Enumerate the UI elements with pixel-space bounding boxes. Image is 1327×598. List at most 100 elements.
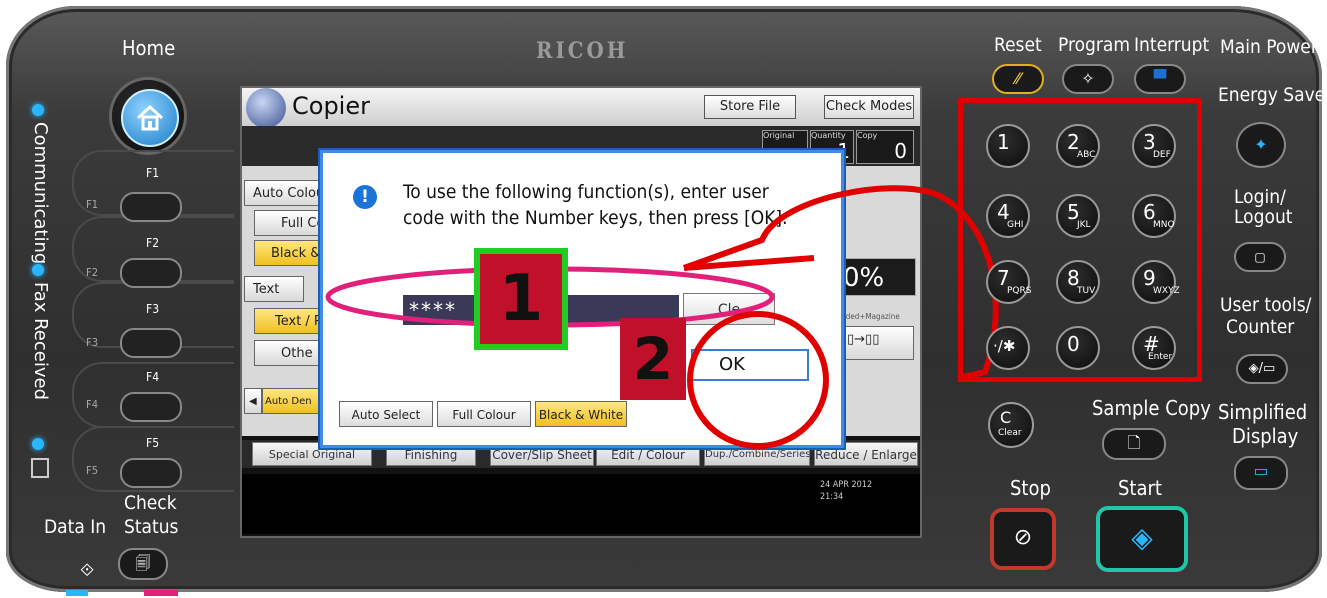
check-status-label-1: Check (124, 492, 177, 514)
start-button[interactable]: ◈ (1096, 506, 1188, 572)
energy-saver-button[interactable]: ✦ (1236, 122, 1286, 168)
reset-label: Reset (994, 34, 1042, 56)
key-enter[interactable]: # Enter (1132, 326, 1176, 370)
auto-select-button[interactable]: Auto Select (339, 401, 433, 427)
login-label-2: Logout (1234, 206, 1293, 228)
key-5[interactable]: 5 JKL (1056, 194, 1100, 238)
check-status-label-2: Status (124, 516, 179, 538)
f2-button[interactable] (120, 258, 182, 288)
document-icon (31, 458, 49, 478)
f1-button[interactable] (120, 192, 182, 222)
home-label: Home (122, 36, 176, 60)
key-1-digit: 1 (997, 130, 1010, 154)
clear-key[interactable]: C Clear (988, 402, 1034, 448)
copy-counter: Copy 0 (856, 130, 914, 164)
key-0[interactable]: 0 (1056, 326, 1100, 370)
app-title: Copier (292, 92, 370, 120)
text-button[interactable]: Text (244, 276, 304, 302)
f3-key-label: F3 (146, 302, 160, 316)
magazine-button[interactable]: ▯→▯▯ (838, 326, 914, 360)
communicating-label: Communicating (30, 122, 51, 265)
home-icon (121, 89, 179, 147)
main-power-label: Main Power (1220, 36, 1318, 58)
sample-copy-label: Sample Copy (1092, 396, 1211, 420)
user-tools-button[interactable]: ◈/▭ (1236, 354, 1288, 384)
key-7-letters: PQRS (1007, 286, 1032, 296)
simplified-display-label-2: Display (1232, 424, 1299, 448)
key-2[interactable]: 2 ABC (1056, 124, 1100, 168)
check-status-led (144, 590, 178, 596)
f5-button[interactable] (120, 458, 182, 488)
key-4[interactable]: 4 GHI (986, 194, 1030, 238)
data-in-icon: ⟐ (80, 560, 95, 581)
data-in-label: Data In (44, 516, 107, 538)
key-6[interactable]: 6 MNO (1132, 194, 1176, 238)
text-photo-button[interactable]: Text / P (254, 308, 324, 334)
key-5-letters: JKL (1077, 220, 1091, 230)
magazine-icon: ▯→▯▯ (847, 332, 880, 347)
black-white-dialog-button[interactable]: Black & White (535, 401, 627, 427)
time-text: 21:34 (820, 492, 844, 502)
info-icon: ! (353, 185, 377, 209)
density-left-arrow[interactable]: ◀ (244, 388, 262, 414)
check-status-button[interactable]: 🗐 (118, 548, 168, 580)
key-star[interactable]: ·/✱ (986, 326, 1030, 370)
login-logout-button[interactable]: ▢ (1234, 242, 1286, 272)
magazine-label: zided+Magazine (840, 312, 900, 321)
dialog-message-line-1: To use the following function(s), enter … (403, 181, 769, 203)
key-1[interactable]: 1 (986, 124, 1030, 168)
status-led (32, 438, 44, 450)
key-6-letters: MNO (1153, 220, 1175, 230)
sample-copy-button[interactable]: 🗋 (1102, 428, 1166, 460)
key-7[interactable]: 7 PQRS (986, 260, 1032, 304)
other-button[interactable]: Othe (254, 340, 324, 366)
key-2-letters: ABC (1077, 150, 1096, 160)
key-3[interactable]: 3 DEF (1132, 124, 1176, 168)
full-colour-dialog-button[interactable]: Full Colour (437, 401, 531, 427)
home-button[interactable] (112, 80, 184, 152)
stop-label: Stop (1010, 476, 1051, 500)
simplified-display-button[interactable]: ▭ (1234, 456, 1288, 490)
auto-colour-button[interactable]: Auto Colour (244, 180, 324, 206)
key-8[interactable]: 8 TUV (1056, 260, 1100, 304)
interrupt-label: Interrupt (1134, 34, 1210, 56)
original-counter-label: Original (763, 131, 795, 140)
key-0-digit: 0 (1067, 332, 1080, 356)
step-1-badge: 1 (474, 248, 568, 350)
key-9-letters: WXYZ (1153, 286, 1180, 296)
f2-key-label: F2 (146, 236, 160, 250)
store-file-button[interactable]: Store File (704, 95, 796, 119)
f2-side-label: F2 (86, 266, 98, 279)
copier-icon (246, 88, 286, 128)
auto-density-button[interactable]: Auto Den (262, 388, 324, 414)
f5-side-label: F5 (86, 464, 98, 477)
simplified-display-label-1: Simplified (1218, 400, 1308, 424)
key-enter-label: Enter (1148, 352, 1173, 362)
data-in-led (66, 590, 88, 596)
key-9[interactable]: 9 WXYZ (1132, 260, 1180, 304)
screen-header: Copier Store File Check Modes (242, 88, 920, 128)
copy-counter-label: Copy (857, 131, 878, 140)
communicating-led (32, 104, 44, 116)
full-colour-button[interactable]: Full Co (254, 210, 324, 236)
check-modes-button[interactable]: Check Modes (824, 95, 914, 119)
key-4-letters: GHI (1007, 220, 1024, 230)
copy-value: 0 (894, 139, 907, 163)
f5-key-label: F5 (146, 436, 160, 450)
dialog-message: To use the following function(s), enter … (403, 179, 788, 231)
stop-button[interactable]: ⊘ (990, 508, 1056, 570)
f4-button[interactable] (120, 392, 182, 422)
start-icon: ◈ (1131, 521, 1153, 554)
black-white-button[interactable]: Black & W (254, 240, 324, 266)
reset-button[interactable]: ⁄⁄ (992, 64, 1044, 94)
start-label: Start (1118, 476, 1162, 500)
clear-button[interactable]: Cle (683, 293, 775, 325)
user-tools-label-2: Counter (1226, 316, 1295, 338)
interrupt-button[interactable]: ▀ (1134, 64, 1186, 94)
clear-key-letter: C (1000, 408, 1012, 427)
f3-button[interactable] (120, 328, 182, 358)
status-bar: 24 APR 2012 21:34 (242, 474, 920, 534)
program-button[interactable]: ✧ (1062, 64, 1114, 94)
ok-button[interactable]: OK (691, 349, 809, 381)
step-2-badge: 2 (620, 318, 686, 400)
